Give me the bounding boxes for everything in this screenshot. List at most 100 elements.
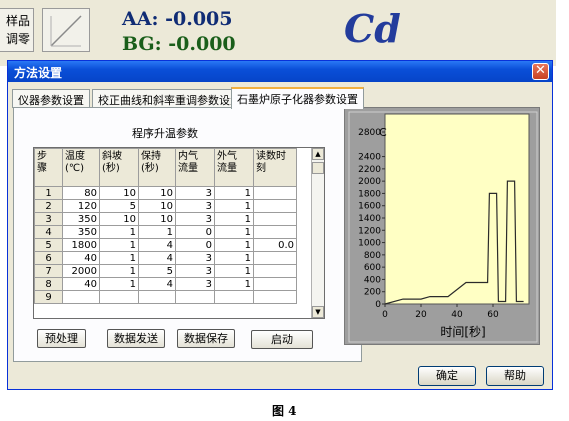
x-tick-label: 40: [451, 310, 463, 320]
grid-cell[interactable]: 1: [99, 264, 139, 278]
x-axis-label: 时间[秒]: [440, 325, 485, 339]
grid-cell[interactable]: [99, 290, 139, 304]
title-bar[interactable]: 方法设置 ✕: [8, 61, 552, 82]
grid-cell[interactable]: [253, 264, 297, 278]
grid-cell[interactable]: 3: [175, 199, 215, 213]
send-data-button[interactable]: 数据发送: [107, 329, 165, 348]
tab-graphite-furnace-params[interactable]: 石墨炉原子化器参数设置: [231, 87, 364, 109]
grid-cell[interactable]: 1800: [62, 238, 100, 252]
sample-zero-button[interactable]: 样品 调零: [0, 8, 34, 52]
grid-cell[interactable]: 120: [62, 199, 100, 213]
grid-cell[interactable]: 1: [99, 238, 139, 252]
row-index-cell: 7: [34, 264, 63, 278]
grid-cell[interactable]: 10: [138, 199, 176, 213]
grid-cell[interactable]: 1: [99, 251, 139, 265]
grid-cell[interactable]: 1: [214, 251, 254, 265]
scroll-thumb[interactable]: [312, 162, 324, 174]
table-row[interactable]: 6 40 1 4 3 1: [34, 251, 297, 265]
grid-cell[interactable]: [253, 186, 297, 200]
row-index-cell: 3: [34, 212, 63, 226]
save-data-button[interactable]: 数据保存: [177, 329, 235, 348]
grid-cell[interactable]: [214, 290, 254, 304]
tab-calibration-params[interactable]: 校正曲线和斜率重调参数设置: [92, 89, 247, 108]
aa-readout: AA: -0.005: [122, 8, 233, 30]
grid-cell[interactable]: 5: [99, 199, 139, 213]
scroll-down-icon[interactable]: ▼: [312, 306, 324, 318]
grid-cell[interactable]: 3: [175, 251, 215, 265]
temperature-program-grid[interactable]: 步 骤温度 (℃) 斜坡 (秒) 保持 (秒) 内气 流量 外气 流量 读数时 刻 1 80…: [33, 147, 325, 319]
grid-cell[interactable]: 40: [62, 251, 100, 265]
grid-cell[interactable]: 3: [175, 186, 215, 200]
tab-panel: 程序升温参数 步 骤温度 (℃) 斜坡 (秒) 保持 (秒) 内气 流量 外气 流量 读数…: [13, 107, 362, 362]
row-index-cell: 8: [34, 277, 63, 291]
grid-cell[interactable]: 4: [138, 251, 176, 265]
grid-cell[interactable]: [175, 290, 215, 304]
table-row[interactable]: 4 350 1 1 0 1: [34, 225, 297, 239]
close-button[interactable]: ✕: [532, 63, 549, 80]
grid-cell[interactable]: [253, 277, 297, 291]
grid-cell[interactable]: 1: [214, 277, 254, 291]
grid-cell[interactable]: 4: [138, 238, 176, 252]
grid-cell[interactable]: 1: [214, 238, 254, 252]
calibration-curve-icon: [50, 15, 82, 47]
grid-scrollbar[interactable]: ▲ ▼: [311, 148, 324, 318]
grid-cell[interactable]: [253, 199, 297, 213]
grid-cell[interactable]: 3: [175, 212, 215, 226]
grid-cell[interactable]: 4: [138, 277, 176, 291]
grid-cell[interactable]: [253, 212, 297, 226]
grid-cell[interactable]: 5: [138, 264, 176, 278]
grid-cell[interactable]: 10: [138, 212, 176, 226]
grid-cell[interactable]: [253, 225, 297, 239]
grid-cell[interactable]: 1: [214, 212, 254, 226]
grid-header-cell: 读数时 刻: [253, 148, 297, 187]
grid-cell[interactable]: 3: [175, 277, 215, 291]
element-label: Cd: [344, 6, 401, 51]
grid-cell[interactable]: 1: [214, 225, 254, 239]
grid-cell[interactable]: 1: [214, 199, 254, 213]
calibration-curve-button[interactable]: [42, 8, 90, 52]
grid-cell[interactable]: 10: [99, 212, 139, 226]
method-settings-dialog: 方法设置 ✕ 仪器参数设置 校正曲线和斜率重调参数设置 石墨炉原子化器参数设置 …: [7, 60, 553, 390]
table-row[interactable]: 1 80 10 10 3 1: [34, 186, 297, 200]
grid-cell[interactable]: 0: [175, 238, 215, 252]
grid-cell[interactable]: 1: [99, 225, 139, 239]
grid-cell[interactable]: 80: [62, 186, 100, 200]
background-app: 样品 调零 AA: -0.005 BG: -0.000 Cd: [0, 0, 556, 66]
grid-cell[interactable]: [253, 251, 297, 265]
grid-cell[interactable]: 0.0: [253, 238, 297, 252]
grid-cell[interactable]: 1: [214, 186, 254, 200]
x-tick-label: 0: [382, 310, 388, 320]
grid-cell[interactable]: 350: [62, 212, 100, 226]
grid-cell[interactable]: 350: [62, 225, 100, 239]
scroll-up-icon[interactable]: ▲: [312, 148, 324, 160]
grid-cell[interactable]: 40: [62, 277, 100, 291]
table-row[interactable]: 7 2000 1 5 3 1: [34, 264, 297, 278]
y-tick-label: 1400: [358, 214, 381, 224]
bg-readout: BG: -0.000: [122, 33, 236, 55]
table-row[interactable]: 9: [34, 290, 297, 304]
preprocess-button[interactable]: 预处理: [37, 329, 86, 348]
help-button[interactable]: 帮助: [486, 366, 544, 386]
tab-instrument-params[interactable]: 仪器参数设置: [12, 89, 90, 108]
start-button[interactable]: 启动: [251, 330, 313, 349]
table-row[interactable]: 8 40 1 4 3 1: [34, 277, 297, 291]
ok-button[interactable]: 确定: [418, 366, 476, 386]
table-row[interactable]: 3 350 10 10 3 1: [34, 212, 297, 226]
grid-cell[interactable]: 2000: [62, 264, 100, 278]
grid-cell[interactable]: 10: [138, 186, 176, 200]
grid-cell[interactable]: 10: [99, 186, 139, 200]
grid-cell[interactable]: 0: [175, 225, 215, 239]
table-row[interactable]: 5 1800 1 4 0 1 0.0: [34, 238, 297, 252]
grid-cell[interactable]: [62, 290, 100, 304]
grid-header-cell: 斜坡 (秒): [99, 148, 139, 187]
y-tick-label: 800: [364, 251, 381, 261]
grid-cell[interactable]: [253, 290, 297, 304]
grid-cell[interactable]: 1: [138, 225, 176, 239]
grid-cell[interactable]: 3: [175, 264, 215, 278]
y-tick-label: 2000: [358, 177, 381, 187]
y-tick-label: 2400: [358, 153, 381, 163]
grid-cell[interactable]: 1: [99, 277, 139, 291]
grid-cell[interactable]: [138, 290, 176, 304]
grid-cell[interactable]: 1: [214, 264, 254, 278]
table-row[interactable]: 2 120 5 10 3 1: [34, 199, 297, 213]
